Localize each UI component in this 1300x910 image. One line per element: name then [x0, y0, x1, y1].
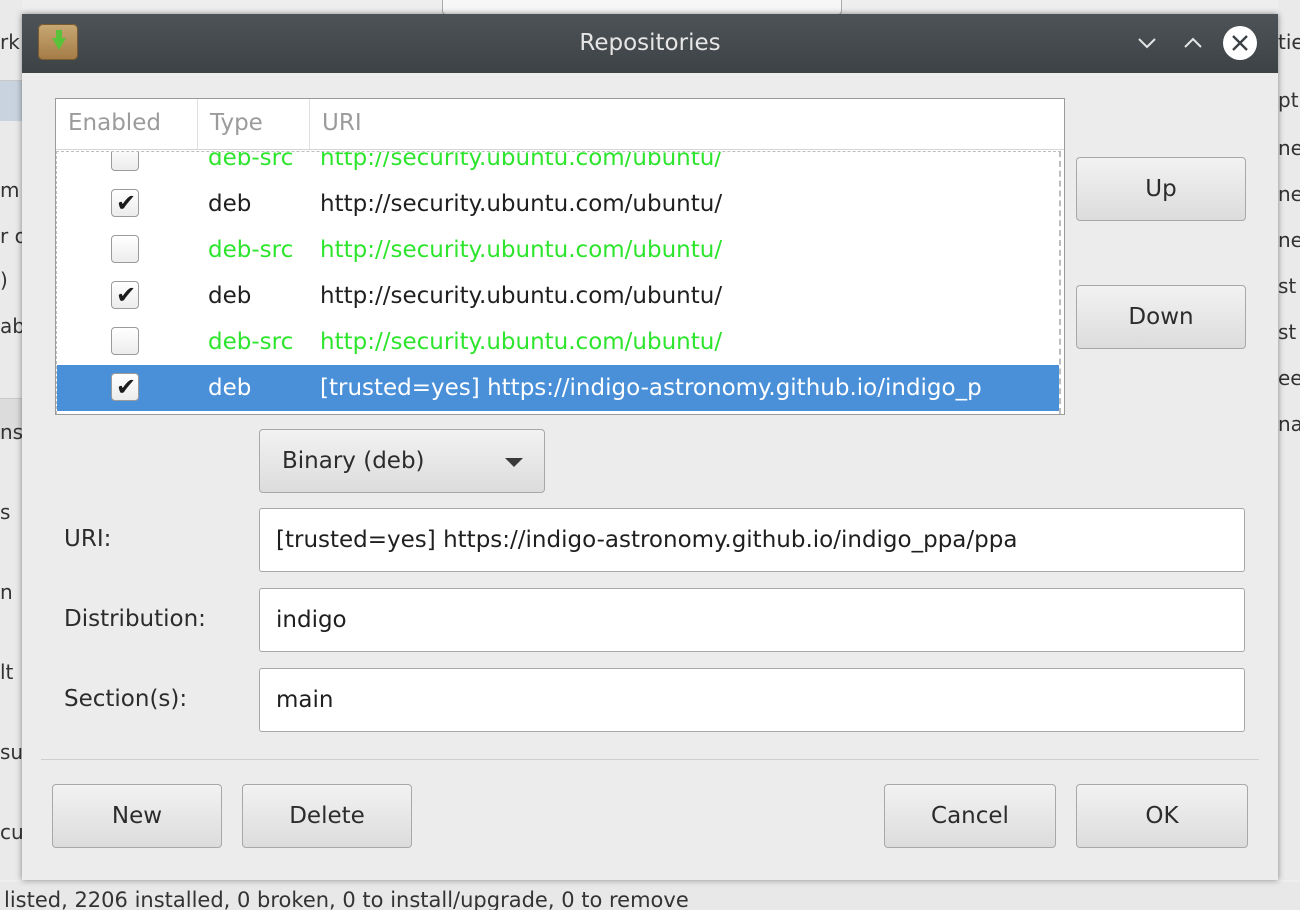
type-cell: deb-src: [208, 151, 294, 171]
enabled-checkbox[interactable]: [111, 152, 139, 171]
bg-text: n: [0, 580, 13, 604]
close-button[interactable]: [1223, 26, 1257, 60]
distribution-input[interactable]: [276, 589, 1226, 651]
uri-cell: http://security.ubuntu.com/ubuntu/: [320, 329, 723, 355]
title-bar[interactable]: Repositories: [22, 14, 1278, 73]
checkmark-icon: ✔: [116, 373, 137, 401]
background-field: [442, 0, 842, 15]
uri-input[interactable]: [276, 509, 1226, 571]
divider: [41, 759, 1259, 760]
bg-text: su: [0, 740, 22, 764]
repositories-table[interactable]: Enabled Type URI deb-src http://security.…: [55, 98, 1065, 415]
uri-cell: http://security.ubuntu.com/ubuntu/: [320, 151, 723, 171]
bg-text: rk: [0, 30, 20, 54]
uri-cell: http://security.ubuntu.com/ubuntu/: [320, 237, 723, 263]
uri-cell: http://security.ubuntu.com/ubuntu/: [320, 191, 723, 217]
background-left-panel: rk m r o ) ab ns s n lt su cu: [0, 0, 22, 880]
dialog-title: Repositories: [579, 30, 721, 56]
uri-cell: http://security.ubuntu.com/ubuntu/: [320, 283, 723, 309]
ok-button[interactable]: OK: [1076, 784, 1248, 848]
minimize-icon: [1138, 38, 1156, 49]
distribution-label: Distribution:: [64, 606, 206, 632]
cancel-button[interactable]: Cancel: [884, 784, 1056, 848]
type-select-value: Binary (deb): [282, 448, 425, 474]
maximize-button[interactable]: [1176, 26, 1210, 60]
bg-text: s: [0, 500, 11, 524]
bg-strip: [0, 80, 22, 121]
enabled-checkbox[interactable]: ✔: [111, 281, 139, 309]
status-text: listed, 2206 installed, 0 broken, 0 to i…: [4, 888, 689, 910]
minimize-button[interactable]: [1130, 26, 1164, 60]
table-body: deb-src http://security.ubuntu.com/ubuntu…: [56, 151, 1061, 414]
bg-text: na: [1278, 412, 1300, 436]
dropdown-arrow-icon: [505, 458, 523, 467]
column-header-uri[interactable]: URI: [310, 99, 1064, 149]
enabled-checkbox[interactable]: ✔: [111, 373, 139, 401]
table-header: Enabled Type URI: [56, 99, 1064, 150]
type-cell: deb: [208, 283, 252, 309]
maximize-icon: [1184, 37, 1202, 48]
sections-label: Section(s):: [64, 686, 188, 712]
bg-text: ne: [1278, 136, 1300, 160]
background-status-bar: listed, 2206 installed, 0 broken, 0 to i…: [0, 882, 1300, 910]
bg-text: ): [0, 268, 8, 292]
close-icon: [1232, 35, 1248, 51]
enabled-checkbox[interactable]: [111, 235, 139, 263]
bg-text: ne: [1278, 228, 1300, 252]
background-right-panel: tie pt ne ne ne st st ee na: [1278, 0, 1300, 880]
repositories-dialog: Repositories Enabled Type URI deb-src htt…: [22, 14, 1278, 880]
table-row[interactable]: deb-src http://security.ubuntu.com/ubuntu…: [57, 151, 1059, 181]
table-row[interactable]: deb-src http://security.ubuntu.com/ubuntu…: [57, 319, 1059, 365]
uri-cell: [trusted=yes] https://indigo-astronomy.g…: [320, 375, 982, 401]
enabled-checkbox[interactable]: ✔: [111, 189, 139, 217]
type-cell: deb: [208, 375, 252, 401]
checkmark-icon: ✔: [116, 281, 137, 309]
distribution-field[interactable]: [259, 588, 1245, 652]
table-row[interactable]: ✔ deb http://security.ubuntu.com/ubuntu/: [57, 273, 1059, 319]
type-cell: deb: [208, 191, 252, 217]
uri-field[interactable]: [259, 508, 1245, 572]
new-button[interactable]: New: [52, 784, 222, 848]
checkmark-icon: ✔: [116, 189, 137, 217]
sections-input[interactable]: [276, 669, 1226, 731]
bg-text: r o: [0, 224, 22, 248]
type-cell: deb-src: [208, 329, 294, 355]
type-cell: deb-src: [208, 237, 294, 263]
bg-text: m: [0, 178, 20, 202]
up-button[interactable]: Up: [1076, 157, 1246, 221]
bg-text: tie: [1278, 30, 1300, 54]
table-row[interactable]: ✔ deb http://security.ubuntu.com/ubuntu/: [57, 181, 1059, 227]
column-header-type[interactable]: Type: [198, 99, 310, 149]
bg-text: ab: [0, 314, 22, 338]
down-button[interactable]: Down: [1076, 285, 1246, 349]
table-row[interactable]: ✔ deb [trusted=yes] https://indigo-astrono…: [57, 365, 1059, 411]
delete-button[interactable]: Delete: [242, 784, 412, 848]
bg-text: cu: [0, 820, 22, 844]
uri-label: URI:: [64, 526, 112, 552]
bg-text: ee: [1278, 366, 1300, 390]
column-header-enabled[interactable]: Enabled: [56, 99, 198, 149]
type-select[interactable]: Binary (deb): [259, 429, 545, 493]
bg-text: ne: [1278, 182, 1300, 206]
enabled-checkbox[interactable]: [111, 327, 139, 355]
sections-field[interactable]: [259, 668, 1245, 732]
bg-text: st: [1278, 274, 1297, 298]
bg-text: st: [1278, 320, 1297, 344]
bg-text: ns: [0, 420, 22, 444]
bg-text: pt: [1278, 88, 1299, 112]
bg-text: lt: [0, 660, 14, 684]
table-row[interactable]: deb-src http://security.ubuntu.com/ubuntu…: [57, 227, 1059, 273]
